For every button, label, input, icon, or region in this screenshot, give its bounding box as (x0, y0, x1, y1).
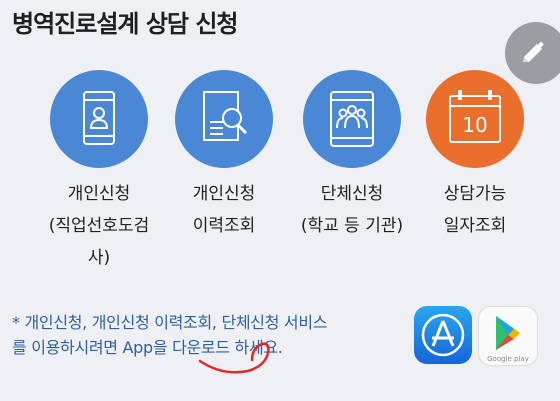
google-play-label: Google play (487, 355, 529, 363)
pencil-icon (523, 41, 544, 62)
option-individual-sub2: 사) (87, 248, 111, 268)
app-store-button[interactable] (414, 306, 472, 364)
note-line-2: 를 이용하시려면 App을 다운로드 하세요. (12, 338, 283, 357)
calendar-day: 10 (462, 113, 487, 137)
option-history-sub: 이력조회 (192, 216, 256, 236)
option-availability-circle[interactable]: 10 (426, 70, 524, 168)
option-history-circle[interactable] (175, 70, 273, 168)
option-group-circle[interactable] (303, 70, 401, 168)
option-individual-circle[interactable] (50, 70, 148, 168)
option-group-sub: (학교 등 기관) (300, 216, 404, 236)
app-store-icon (421, 313, 465, 357)
option-group-label: 단체신청 (320, 184, 384, 204)
option-individual[interactable]: 개인신청 (직업선호도검 사) (35, 70, 163, 274)
document-search-icon (203, 91, 248, 141)
option-group[interactable]: 단체신청 (학교 등 기관) (288, 70, 416, 242)
page-title: 병역진로설계 상담 신청 (12, 10, 239, 38)
google-play-button[interactable]: Google play (478, 306, 538, 366)
note-line-1: * 개인신청, 개인신청 이력조회, 단체신청 서비스 (12, 313, 328, 332)
smartphone-person-icon (83, 91, 115, 145)
option-availability-label: 상담가능 (443, 184, 507, 204)
option-availability-sub: 일자조회 (443, 216, 507, 236)
option-history[interactable]: 개인신청 이력조회 (160, 70, 288, 242)
option-availability[interactable]: 10 상담가능 일자조회 (411, 70, 539, 242)
option-individual-label: 개인신청 (67, 184, 131, 204)
option-history-label: 개인신청 (192, 184, 256, 204)
app-download-note: * 개인신청, 개인신청 이력조회, 단체신청 서비스 를 이용하시려면 App… (12, 310, 407, 360)
calendar-icon: 10 (449, 90, 501, 143)
option-individual-sub: (직업선호도검 (48, 216, 150, 236)
google-play-icon: Google play (487, 316, 529, 363)
tablet-group-icon (330, 91, 374, 147)
